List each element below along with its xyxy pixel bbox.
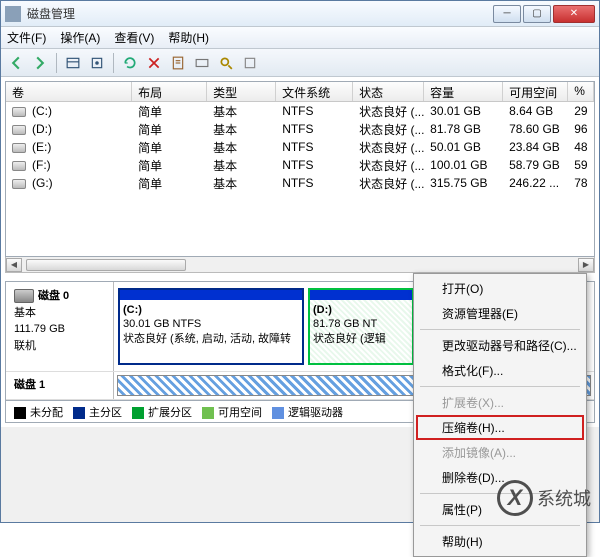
- volume-row[interactable]: (F:)简单基本NTFS状态良好 (...100.01 GB58.79 GB59: [6, 156, 594, 174]
- drive-icon: [12, 125, 26, 135]
- ctx-add-mirror: 添加镜像(A)...: [416, 440, 584, 465]
- volume-list[interactable]: 卷 布局 类型 文件系统 状态 容量 可用空间 % (C:)简单基本NTFS状态…: [5, 81, 595, 257]
- drive-icon: [12, 143, 26, 153]
- minimize-button[interactable]: ─: [493, 5, 521, 23]
- window-title: 磁盘管理: [27, 5, 493, 22]
- partd-size: 81.78 GB NT: [313, 317, 409, 331]
- search-icon[interactable]: [215, 52, 237, 74]
- legend-logical: 逻辑驱动器: [288, 407, 343, 419]
- drive-icon: [12, 179, 26, 189]
- partition-d-selected[interactable]: (D:) 81.78 GB NT 状态良好 (逻辑: [308, 288, 414, 365]
- watermark: X 系统城: [497, 480, 591, 516]
- ctx-change-letter[interactable]: 更改驱动器号和路径(C)...: [416, 333, 584, 358]
- partition-c[interactable]: (C:) 30.01 GB NTFS 状态良好 (系统, 启动, 活动, 故障转: [118, 288, 304, 365]
- refresh-icon[interactable]: [119, 52, 141, 74]
- disk0-size: 111.79 GB: [14, 323, 65, 335]
- watermark-text: 系统城: [537, 485, 591, 511]
- app-icon: [5, 6, 21, 22]
- col-volume[interactable]: 卷: [6, 82, 132, 101]
- ctx-format[interactable]: 格式化(F)...: [416, 358, 584, 383]
- nav-back-button[interactable]: [5, 52, 27, 74]
- column-headers[interactable]: 卷 布局 类型 文件系统 状态 容量 可用空间 %: [6, 82, 594, 102]
- ctx-open[interactable]: 打开(O): [416, 276, 584, 301]
- volume-row[interactable]: (C:)简单基本NTFS状态良好 (...30.01 GB8.64 GB29: [6, 102, 594, 120]
- volume-row[interactable]: (G:)简单基本NTFS状态良好 (...315.75 GB246.22 ...…: [6, 174, 594, 192]
- scroll-right-icon[interactable]: ▶: [578, 258, 594, 272]
- col-free[interactable]: 可用空间: [503, 82, 568, 101]
- disk-icon: [14, 289, 34, 303]
- delete-icon[interactable]: [143, 52, 165, 74]
- legend-extended: 扩展分区: [148, 407, 192, 419]
- menu-file[interactable]: 文件(F): [7, 29, 46, 46]
- scroll-thumb[interactable]: [26, 259, 186, 271]
- col-filesystem[interactable]: 文件系统: [276, 82, 353, 101]
- col-percent[interactable]: %: [568, 82, 594, 101]
- toolbar-icon-3[interactable]: [191, 52, 213, 74]
- scroll-left-icon[interactable]: ◀: [6, 258, 22, 272]
- partc-status: 状态良好 (系统, 启动, 活动, 故障转: [123, 332, 299, 346]
- disk0-title: 磁盘 0: [38, 290, 69, 302]
- drive-icon: [12, 161, 26, 171]
- maximize-button[interactable]: ▢: [523, 5, 551, 23]
- col-layout[interactable]: 布局: [132, 82, 207, 101]
- ctx-shrink-highlighted[interactable]: 压缩卷(H)...: [416, 415, 584, 440]
- toolbar: [1, 49, 599, 77]
- nav-forward-button[interactable]: [29, 52, 51, 74]
- menu-action[interactable]: 操作(A): [60, 29, 100, 46]
- partd-label: (D:): [313, 304, 332, 316]
- disk0-info[interactable]: 磁盘 0 基本 111.79 GB 联机: [6, 282, 114, 371]
- watermark-logo-icon: X: [497, 480, 533, 516]
- legend-primary: 主分区: [89, 407, 122, 419]
- close-button[interactable]: ✕: [553, 5, 595, 23]
- toolbar-icon-1[interactable]: [62, 52, 84, 74]
- disk-management-window: 磁盘管理 ─ ▢ ✕ 文件(F) 操作(A) 查看(V) 帮助(H) 卷 布局: [0, 0, 600, 523]
- disk0-status: 联机: [14, 340, 36, 352]
- disk1-info[interactable]: 磁盘 1: [6, 372, 114, 399]
- col-status[interactable]: 状态: [353, 82, 424, 101]
- menu-help[interactable]: 帮助(H): [168, 29, 209, 46]
- volume-hscrollbar[interactable]: ◀ ▶: [5, 257, 595, 273]
- legend-unallocated: 未分配: [30, 407, 63, 419]
- drive-icon: [12, 107, 26, 117]
- ctx-help[interactable]: 帮助(H): [416, 529, 584, 554]
- volume-row[interactable]: (E:)简单基本NTFS状态良好 (...50.01 GB23.84 GB48: [6, 138, 594, 156]
- ctx-explorer[interactable]: 资源管理器(E): [416, 301, 584, 326]
- ctx-extend: 扩展卷(X)...: [416, 390, 584, 415]
- toolbar-icon-4[interactable]: [239, 52, 261, 74]
- menu-view[interactable]: 查看(V): [114, 29, 154, 46]
- partc-size: 30.01 GB NTFS: [123, 317, 299, 331]
- properties-icon[interactable]: [167, 52, 189, 74]
- col-capacity[interactable]: 容量: [424, 82, 503, 101]
- menubar: 文件(F) 操作(A) 查看(V) 帮助(H): [1, 27, 599, 49]
- partd-status: 状态良好 (逻辑: [313, 332, 409, 346]
- disk1-title: 磁盘 1: [14, 379, 45, 391]
- legend-free: 可用空间: [218, 407, 262, 419]
- partc-label: (C:): [123, 304, 142, 316]
- disk0-type: 基本: [14, 307, 36, 319]
- titlebar[interactable]: 磁盘管理 ─ ▢ ✕: [1, 1, 599, 27]
- toolbar-icon-2[interactable]: [86, 52, 108, 74]
- volume-row[interactable]: (D:)简单基本NTFS状态良好 (...81.78 GB78.60 GB96: [6, 120, 594, 138]
- col-type[interactable]: 类型: [207, 82, 276, 101]
